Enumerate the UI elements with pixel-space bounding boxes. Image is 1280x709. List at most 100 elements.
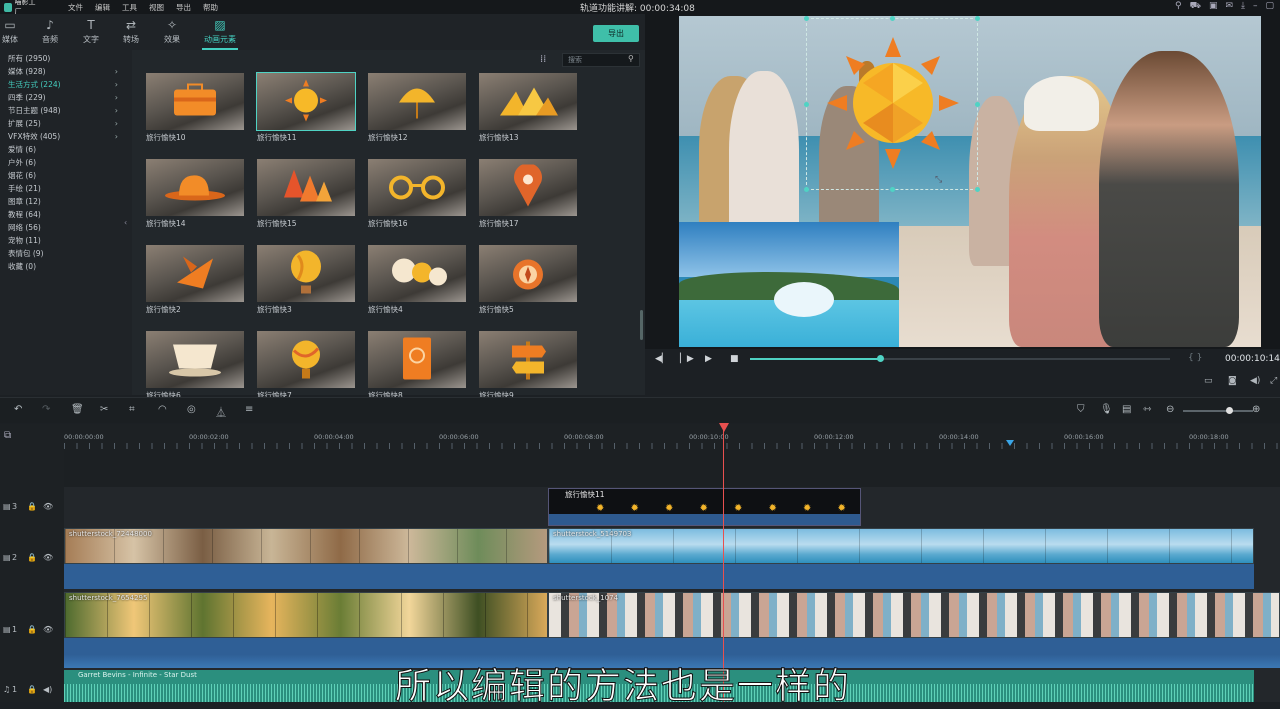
eye-icon[interactable]: 👁 bbox=[43, 625, 53, 634]
tab-elements[interactable]: ▨ 动画元素 bbox=[200, 16, 240, 45]
category-item[interactable]: 爱情 (6) bbox=[0, 143, 132, 156]
grid-view-icon[interactable]: ⁞⁞ bbox=[540, 54, 546, 65]
maximize-button[interactable]: ▢ bbox=[1265, 1, 1274, 12]
minimize-button[interactable]: – bbox=[1253, 1, 1258, 12]
element-thumbnail[interactable] bbox=[256, 72, 356, 131]
category-item[interactable]: 手绘 (21) bbox=[0, 182, 132, 195]
category-item[interactable]: 烟花 (6) bbox=[0, 169, 132, 182]
timeline-marker[interactable] bbox=[1006, 440, 1014, 446]
category-item[interactable]: 所有 (2950) bbox=[0, 52, 132, 65]
mark-in-out-icon[interactable]: { } bbox=[1188, 353, 1202, 363]
element-thumbnail[interactable] bbox=[368, 159, 466, 216]
element-thumbnail[interactable] bbox=[146, 159, 244, 216]
delete-icon[interactable]: 🗑 bbox=[71, 404, 84, 415]
speaker-icon[interactable]: ◀) bbox=[43, 685, 52, 694]
play-icon[interactable]: ▶ bbox=[705, 354, 712, 364]
zoom-slider[interactable] bbox=[1183, 410, 1253, 412]
element-thumbnail[interactable] bbox=[479, 73, 577, 130]
category-item[interactable]: 收藏 (0) bbox=[0, 260, 132, 273]
zoom-in-icon[interactable]: ⊕ bbox=[1252, 404, 1260, 415]
stop-icon[interactable]: ■ bbox=[730, 354, 739, 364]
tab-audio[interactable]: ♪ 音频 bbox=[30, 16, 70, 45]
category-item[interactable]: 表情包 (9) bbox=[0, 247, 132, 260]
snapshot-icon[interactable]: ◙ bbox=[1228, 376, 1237, 386]
element-thumbnail[interactable] bbox=[257, 159, 355, 216]
category-item[interactable]: 网络 (56) bbox=[0, 221, 132, 234]
scale-icon[interactable]: ⤡ bbox=[935, 175, 942, 185]
element-thumbnail[interactable] bbox=[368, 331, 466, 388]
element-thumbnail[interactable] bbox=[479, 245, 577, 302]
tab-media[interactable]: ▭ 媒体 bbox=[0, 16, 30, 45]
picture-in-picture-clip[interactable] bbox=[679, 222, 899, 347]
adjust-icon[interactable]: ≡ bbox=[245, 404, 253, 415]
eye-icon[interactable]: 👁 bbox=[43, 502, 53, 511]
export-button[interactable]: 导出 bbox=[593, 25, 639, 42]
cart-icon[interactable]: ⛟ bbox=[1190, 1, 1201, 12]
menu-file[interactable]: 文件 bbox=[68, 2, 83, 13]
element-thumbnail[interactable] bbox=[368, 73, 466, 130]
menu-edit[interactable]: 编辑 bbox=[95, 2, 110, 13]
crop-icon[interactable]: ⌗ bbox=[129, 404, 135, 415]
category-item[interactable]: 生活方式 (224) › bbox=[0, 78, 132, 91]
video-clip[interactable]: shutterstock_5149703 bbox=[548, 528, 1254, 564]
cut-icon[interactable]: ✂ bbox=[100, 404, 108, 415]
eye-icon[interactable]: 👁 bbox=[43, 553, 53, 562]
download-icon[interactable]: ⤓ bbox=[1241, 1, 1245, 12]
resize-handle[interactable] bbox=[804, 102, 809, 107]
element-thumbnail[interactable] bbox=[257, 245, 355, 302]
color-icon[interactable]: ◎ bbox=[187, 404, 196, 415]
save-icon[interactable]: ▣ bbox=[1209, 1, 1218, 12]
resize-handle[interactable] bbox=[804, 16, 809, 21]
redo-icon[interactable]: ↷ bbox=[42, 404, 50, 415]
menu-help[interactable]: 帮助 bbox=[203, 2, 218, 13]
resize-handle[interactable] bbox=[975, 187, 980, 192]
category-item[interactable]: VFX特效 (405) › bbox=[0, 130, 132, 143]
lock-icon[interactable]: 🔒 bbox=[27, 553, 37, 562]
fit-timeline-icon[interactable]: ⇿ bbox=[1143, 404, 1151, 415]
resize-handle[interactable] bbox=[804, 187, 809, 192]
mail-icon[interactable]: ✉ bbox=[1225, 1, 1233, 12]
resize-handle[interactable] bbox=[890, 187, 895, 192]
step-play-icon[interactable]: ▏▶ bbox=[680, 354, 694, 364]
playhead-handle[interactable] bbox=[719, 423, 729, 432]
category-item[interactable]: 扩展 (25) › bbox=[0, 117, 132, 130]
resize-handle[interactable] bbox=[890, 16, 895, 21]
element-thumbnail[interactable] bbox=[479, 159, 577, 216]
category-item[interactable]: 宠物 (11) bbox=[0, 234, 132, 247]
video-clip[interactable]: shutterstock_7654295 bbox=[64, 592, 548, 638]
display-icon[interactable]: ▭ bbox=[1204, 376, 1213, 386]
tab-effects[interactable]: ✧ 效果 bbox=[152, 16, 192, 45]
tab-transition[interactable]: ⇄ 转场 bbox=[111, 16, 151, 45]
zoom-out-icon[interactable]: ⊖ bbox=[1166, 404, 1174, 415]
category-item[interactable]: 户外 (6) bbox=[0, 156, 132, 169]
sun-element-selection[interactable]: ⤡ bbox=[804, 16, 980, 192]
volume-icon[interactable]: ◀) bbox=[1250, 376, 1260, 386]
grid-scrollbar[interactable] bbox=[640, 310, 643, 340]
element-thumbnail[interactable] bbox=[146, 331, 244, 388]
undo-icon[interactable]: ↶ bbox=[14, 404, 22, 415]
voiceover-icon[interactable]: ▤ bbox=[1122, 404, 1131, 415]
element-thumbnail[interactable] bbox=[146, 73, 244, 130]
resize-handle[interactable] bbox=[975, 16, 980, 21]
fullscreen-icon[interactable]: ⤢ bbox=[1270, 376, 1277, 386]
category-item[interactable]: 媒体 (928) › bbox=[0, 65, 132, 78]
category-item[interactable]: 图章 (12) bbox=[0, 195, 132, 208]
mic-icon[interactable]: 🎙 bbox=[1100, 404, 1113, 415]
element-thumbnail[interactable] bbox=[368, 245, 466, 302]
menu-tools[interactable]: 工具 bbox=[122, 2, 137, 13]
element-thumbnail[interactable] bbox=[479, 331, 577, 388]
zoom-slider-knob[interactable] bbox=[1226, 407, 1233, 414]
video-clip[interactable]: shutterstock_1074 bbox=[548, 592, 1280, 638]
shield-icon[interactable]: ⛉ bbox=[1077, 404, 1085, 415]
user-icon[interactable]: ⚲ bbox=[1175, 1, 1182, 12]
search-icon[interactable]: ⚲ bbox=[628, 54, 634, 63]
video-clip[interactable]: shutterstock_72448000 bbox=[64, 528, 548, 564]
element-thumbnail[interactable] bbox=[257, 331, 355, 388]
menu-view[interactable]: 视图 bbox=[149, 2, 164, 13]
tab-text[interactable]: T 文字 bbox=[71, 16, 111, 45]
category-item[interactable]: 节日主题 (948) › bbox=[0, 104, 132, 117]
add-track-icon[interactable]: ⧉ bbox=[4, 430, 11, 441]
speed-icon[interactable]: ◠ bbox=[158, 404, 167, 415]
collapse-panel-icon[interactable]: ‹ bbox=[124, 218, 127, 227]
menu-export[interactable]: 导出 bbox=[176, 2, 191, 13]
